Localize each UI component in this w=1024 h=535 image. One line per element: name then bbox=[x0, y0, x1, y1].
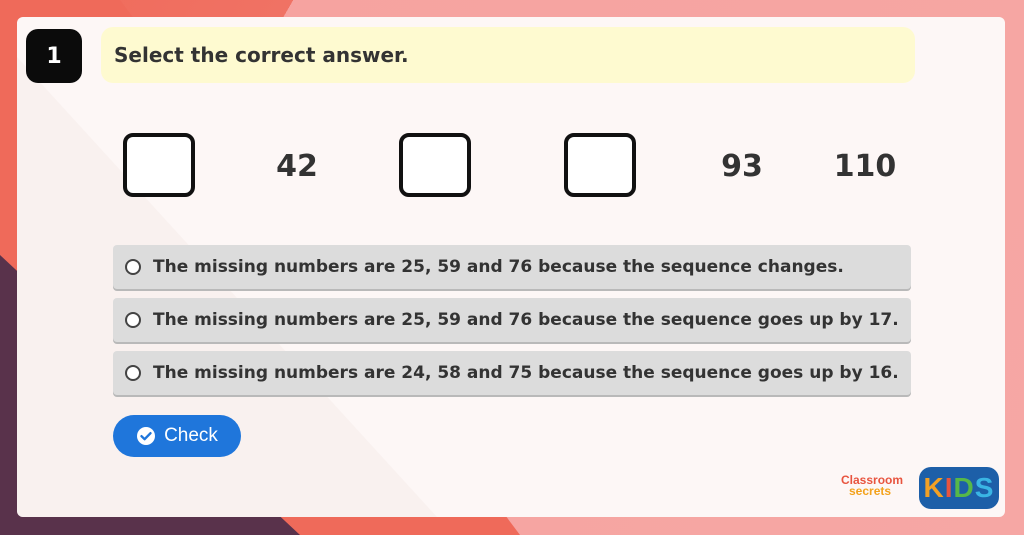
answer-option-1[interactable]: The missing numbers are 25, 59 and 76 be… bbox=[113, 245, 911, 289]
answer-option-label: The missing numbers are 25, 59 and 76 be… bbox=[153, 257, 844, 277]
question-number-badge: 1 bbox=[26, 29, 82, 83]
sequence-blank-box-2 bbox=[399, 133, 471, 197]
sequence-number-110: 110 bbox=[833, 148, 897, 184]
answer-option-label: The missing numbers are 25, 59 and 76 be… bbox=[153, 310, 899, 330]
sequence-blank-box-1 bbox=[123, 133, 195, 197]
instruction-banner: Select the correct answer. bbox=[101, 27, 915, 83]
answer-option-2[interactable]: The missing numbers are 25, 59 and 76 be… bbox=[113, 298, 911, 342]
check-button[interactable]: Check bbox=[113, 415, 241, 457]
check-circle-icon bbox=[137, 427, 156, 445]
radio-button[interactable] bbox=[125, 259, 141, 275]
classroom-secrets-logo: Classroom secrets bbox=[841, 473, 904, 498]
sequence-blank-box-3 bbox=[564, 133, 636, 197]
check-button-label: Check bbox=[164, 425, 218, 446]
kids-logo: K I D S bbox=[919, 467, 999, 509]
answer-option-3[interactable]: The missing numbers are 24, 58 and 75 be… bbox=[113, 351, 911, 395]
sequence-number-93: 93 bbox=[721, 148, 763, 184]
radio-button[interactable] bbox=[125, 365, 141, 381]
instruction-text: Select the correct answer. bbox=[114, 43, 409, 67]
answer-option-label: The missing numbers are 24, 58 and 75 be… bbox=[153, 363, 899, 383]
sequence-number-42: 42 bbox=[276, 148, 318, 184]
question-card: 1 Select the correct answer. 42 93 110 T… bbox=[17, 17, 1005, 517]
radio-button[interactable] bbox=[125, 312, 141, 328]
question-number: 1 bbox=[46, 43, 62, 69]
